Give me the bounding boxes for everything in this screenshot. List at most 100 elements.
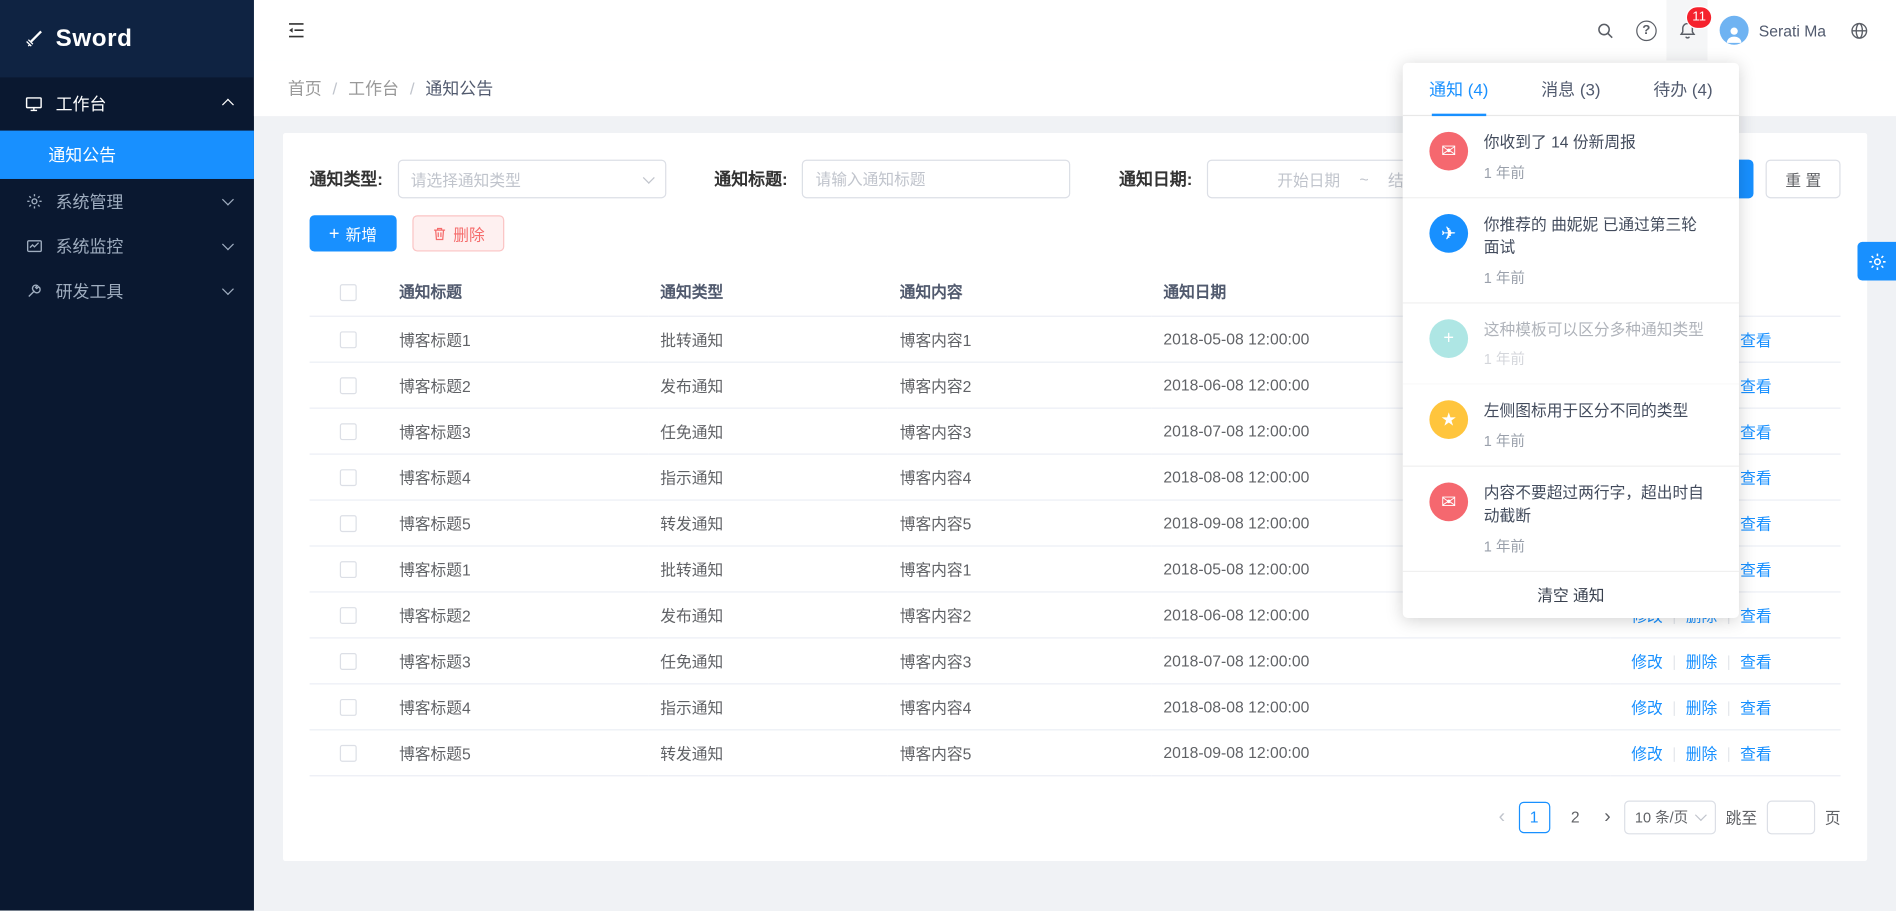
table-row: 博客标题5 转发通知 博客内容5 2018-09-08 12:00:00 修改删… — [310, 729, 1841, 775]
breadcrumb-separator: / — [333, 79, 338, 98]
clear-notifications-button[interactable]: 清空 通知 — [1403, 572, 1739, 618]
view-link[interactable]: 查看 — [1740, 515, 1771, 533]
notification-tabs: 通知 (4) 消息 (3) 待办 (4) — [1403, 63, 1739, 116]
edit-link[interactable]: 修改 — [1631, 744, 1662, 762]
notice-title-input[interactable] — [802, 160, 1070, 199]
row-checkbox[interactable] — [340, 331, 357, 348]
chevron-down-icon — [1695, 809, 1707, 821]
select-all-checkbox[interactable] — [340, 284, 357, 301]
row-checkbox[interactable] — [340, 377, 357, 394]
breadcrumb-workbench[interactable]: 工作台 — [348, 76, 399, 100]
notification-item[interactable]: ★ 左侧图标用于区分不同的类型 1 年前 — [1403, 385, 1739, 467]
table-row: 博客标题4 指示通知 博客内容4 2018-08-08 12:00:00 修改删… — [310, 683, 1841, 729]
notification-time: 1 年前 — [1484, 162, 1636, 183]
view-link[interactable]: 查看 — [1740, 561, 1771, 579]
column-header-content: 通知内容 — [888, 267, 1152, 315]
monitor-icon — [24, 94, 43, 113]
row-checkbox[interactable] — [340, 423, 357, 440]
sidebar-item-label: 工作台 — [56, 92, 212, 116]
chevron-down-icon — [222, 238, 234, 250]
breadcrumb-home[interactable]: 首页 — [288, 76, 322, 100]
view-link[interactable]: 查看 — [1740, 331, 1771, 349]
breadcrumb-current: 通知公告 — [425, 76, 493, 100]
settings-gear-button[interactable] — [1857, 242, 1896, 281]
row-checkbox[interactable] — [340, 469, 357, 486]
search-icon[interactable] — [1585, 0, 1626, 60]
user-name: Serati Ma — [1759, 21, 1826, 39]
edit-link[interactable]: 修改 — [1631, 652, 1662, 670]
app-title: Sword — [56, 25, 133, 53]
page-suffix: 页 — [1825, 805, 1841, 828]
row-checkbox[interactable] — [340, 745, 357, 762]
sidebar-item-label: 系统管理 — [56, 189, 212, 213]
row-checkbox[interactable] — [340, 515, 357, 532]
column-header-type: 通知类型 — [648, 267, 887, 315]
chevron-down-icon — [222, 194, 234, 206]
edit-link[interactable]: 修改 — [1631, 698, 1662, 716]
tab-todo[interactable]: 待办 (4) — [1627, 63, 1739, 115]
select-placeholder: 请选择通知类型 — [411, 167, 521, 190]
jump-label: 跳至 — [1726, 805, 1757, 828]
breadcrumb-separator: / — [410, 79, 415, 98]
header-actions: ? 11 Serati Ma — [1585, 0, 1880, 60]
row-checkbox[interactable] — [340, 607, 357, 624]
view-link[interactable]: 查看 — [1740, 698, 1771, 716]
sidebar-item-label: 研发工具 — [56, 279, 212, 303]
table-row: 博客标题3 任免通知 博客内容3 2018-07-08 12:00:00 修改删… — [310, 637, 1841, 683]
row-checkbox[interactable] — [340, 699, 357, 716]
sidebar-item-notice[interactable]: 通知公告 — [0, 131, 254, 179]
plus-icon: + — [329, 224, 340, 242]
view-link[interactable]: 查看 — [1740, 377, 1771, 395]
view-link[interactable]: 查看 — [1740, 469, 1771, 487]
menu-fold-icon[interactable] — [276, 0, 317, 60]
globe-icon[interactable] — [1838, 0, 1879, 60]
bell-icon[interactable]: 11 — [1667, 0, 1708, 60]
sidebar-menu: 工作台 通知公告 系统管理 系统监控 — [0, 77, 254, 313]
sidebar-item-label: 系统监控 — [56, 234, 212, 258]
help-icon[interactable]: ? — [1626, 0, 1667, 60]
delete-link[interactable]: 删除 — [1686, 698, 1717, 716]
notification-item[interactable]: ✉ 你收到了 14 份新周报 1 年前 — [1403, 116, 1739, 198]
sword-logo-icon — [24, 29, 43, 48]
view-link[interactable]: 查看 — [1740, 744, 1771, 762]
sidebar-item-system-admin[interactable]: 系统管理 — [0, 179, 254, 224]
sidebar-item-system-monitor[interactable]: 系统监控 — [0, 224, 254, 269]
delete-link[interactable]: 删除 — [1686, 744, 1717, 762]
logo[interactable]: Sword — [0, 0, 254, 77]
notification-time: 1 年前 — [1484, 267, 1713, 288]
next-page-icon[interactable]: › — [1601, 806, 1615, 828]
tab-message[interactable]: 消息 (3) — [1515, 63, 1627, 115]
notification-title: 你收到了 14 份新周报 — [1484, 132, 1636, 155]
notification-item[interactable]: ✈ 你推荐的 曲妮妮 已通过第三轮面试 1 年前 — [1403, 198, 1739, 303]
notice-type-label: 通知类型: — [310, 167, 383, 191]
reset-button[interactable]: 重 置 — [1766, 160, 1841, 199]
notice-type-select[interactable]: 请选择通知类型 — [397, 160, 665, 199]
delete-link[interactable]: 删除 — [1686, 652, 1717, 670]
star-icon: ★ — [1429, 401, 1468, 440]
row-checkbox[interactable] — [340, 561, 357, 578]
notice-title-label: 通知标题: — [714, 167, 787, 191]
page-number-2[interactable]: 2 — [1560, 801, 1591, 832]
page-size-select[interactable]: 10 条/页 — [1624, 800, 1716, 834]
sidebar-item-dev-tools[interactable]: 研发工具 — [0, 268, 254, 313]
notification-item[interactable]: ✉ 内容不要超过两行字，超出时自动截断 1 年前 — [1403, 467, 1739, 572]
chevron-down-icon — [222, 283, 234, 295]
avatar — [1720, 16, 1749, 45]
notification-item[interactable]: + 这种模板可以区分多种通知类型 1 年前 — [1403, 303, 1739, 385]
sidebar: Sword 工作台 通知公告 系统管理 — [0, 0, 254, 911]
view-link[interactable]: 查看 — [1740, 423, 1771, 441]
jump-page-input[interactable] — [1767, 800, 1815, 834]
prev-page-icon[interactable]: ‹ — [1495, 806, 1509, 828]
notification-title: 左侧图标用于区分不同的类型 — [1484, 401, 1688, 424]
view-link[interactable]: 查看 — [1740, 652, 1771, 670]
delete-button[interactable]: 删除 — [412, 215, 504, 251]
page-number-1[interactable]: 1 — [1518, 801, 1549, 832]
tab-notice[interactable]: 通知 (4) — [1403, 63, 1515, 115]
user-menu[interactable]: Serati Ma — [1708, 0, 1838, 60]
view-link[interactable]: 查看 — [1740, 606, 1771, 624]
notification-dropdown: 通知 (4) 消息 (3) 待办 (4) ✉ 你收到了 14 份新周报 1 年前… — [1403, 63, 1739, 618]
trash-icon — [431, 226, 447, 242]
row-checkbox[interactable] — [340, 653, 357, 670]
add-button[interactable]: + 新增 — [310, 215, 397, 251]
sidebar-item-workbench[interactable]: 工作台 — [0, 77, 254, 130]
